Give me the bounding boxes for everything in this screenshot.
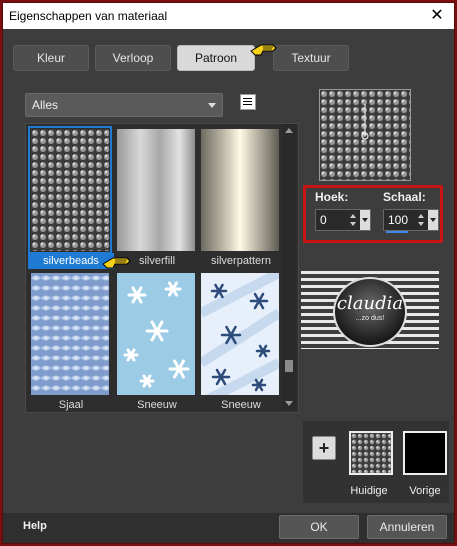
scale-stepper[interactable]: 100	[383, 209, 439, 233]
category-dropdown[interactable]: Alles	[25, 93, 223, 117]
help-link[interactable]: Help	[23, 520, 47, 532]
pattern-item-silverbeads[interactable]: silverbeads	[28, 126, 114, 269]
title-bar: Eigenschappen van materiaal ✕	[3, 3, 454, 29]
chevron-down-icon[interactable]	[428, 210, 438, 230]
sneeuw-swatch	[117, 273, 195, 395]
pattern-item-silverfill[interactable]: silverfill	[114, 126, 195, 267]
ok-button[interactable]: OK	[279, 515, 359, 539]
chevron-down-icon[interactable]	[360, 210, 370, 230]
dialog-window: Eigenschappen van materiaal ✕ Kleur Verl…	[2, 2, 455, 544]
watermark-logo: claudia ...zo dus!	[301, 271, 439, 349]
scale-value: 100	[388, 213, 409, 227]
tab-verloop[interactable]: Verloop	[95, 45, 171, 71]
pointer-hand-icon	[102, 257, 131, 269]
cancel-button[interactable]: Annuleren	[367, 515, 447, 539]
current-swatch[interactable]	[349, 431, 393, 475]
pattern-label: Sneeuw	[221, 399, 261, 411]
scroll-up-icon[interactable]	[285, 128, 293, 133]
angle-value: 0	[320, 213, 327, 227]
add-swatch-button[interactable]: +	[312, 436, 336, 460]
logo-name: claudia	[336, 293, 404, 314]
category-dropdown-value: Alles	[32, 98, 59, 112]
pattern-label: Sjaal	[58, 399, 84, 411]
pattern-item-silverpattern[interactable]: silverpattern	[198, 126, 279, 267]
scale-label: Schaal:	[383, 190, 426, 204]
angle-stepper[interactable]: 0	[315, 209, 371, 231]
sjaal-swatch	[31, 273, 109, 395]
silverbeads-swatch	[28, 126, 112, 254]
pattern-preview[interactable]	[319, 89, 411, 181]
stepper-arrows-icon[interactable]	[417, 210, 427, 230]
pattern-item-sneeuw-2[interactable]: Sneeuw	[198, 270, 279, 411]
silverpattern-swatch	[201, 129, 279, 251]
pointer-hand-icon	[250, 44, 277, 56]
pattern-label: silverpattern	[211, 255, 271, 267]
stepper-arrows-icon[interactable]	[349, 210, 359, 230]
silverfill-swatch	[117, 129, 195, 251]
close-icon[interactable]: ✕	[426, 5, 448, 27]
pattern-gallery: silverbeads silverfill silverpattern Sja…	[25, 123, 299, 413]
pattern-item-sneeuw-1[interactable]: Sneeuw	[114, 270, 195, 411]
tab-patroon[interactable]: Patroon	[177, 45, 255, 71]
previous-swatch-label: Vorige	[409, 485, 441, 497]
scroll-thumb[interactable]	[285, 360, 293, 372]
logo-tagline: ...zo dus!	[355, 315, 385, 322]
window-title: Eigenschappen van materiaal	[9, 9, 168, 23]
pattern-label: Sneeuw	[137, 399, 177, 411]
gallery-scrollbar[interactable]	[282, 124, 296, 410]
pattern-item-sjaal[interactable]: Sjaal	[28, 270, 109, 411]
scale-focus-bar	[386, 231, 408, 233]
tab-textuur[interactable]: Textuur	[273, 45, 349, 71]
current-swatch-label: Huidige	[350, 485, 388, 497]
view-list-icon[interactable]	[240, 94, 256, 110]
angle-label: Hoek:	[315, 190, 349, 204]
sneeuw-swatch	[201, 273, 279, 395]
chevron-down-icon	[208, 103, 216, 108]
scroll-down-icon[interactable]	[285, 401, 293, 406]
previous-swatch[interactable]	[403, 431, 447, 475]
tab-kleur[interactable]: Kleur	[13, 45, 89, 71]
